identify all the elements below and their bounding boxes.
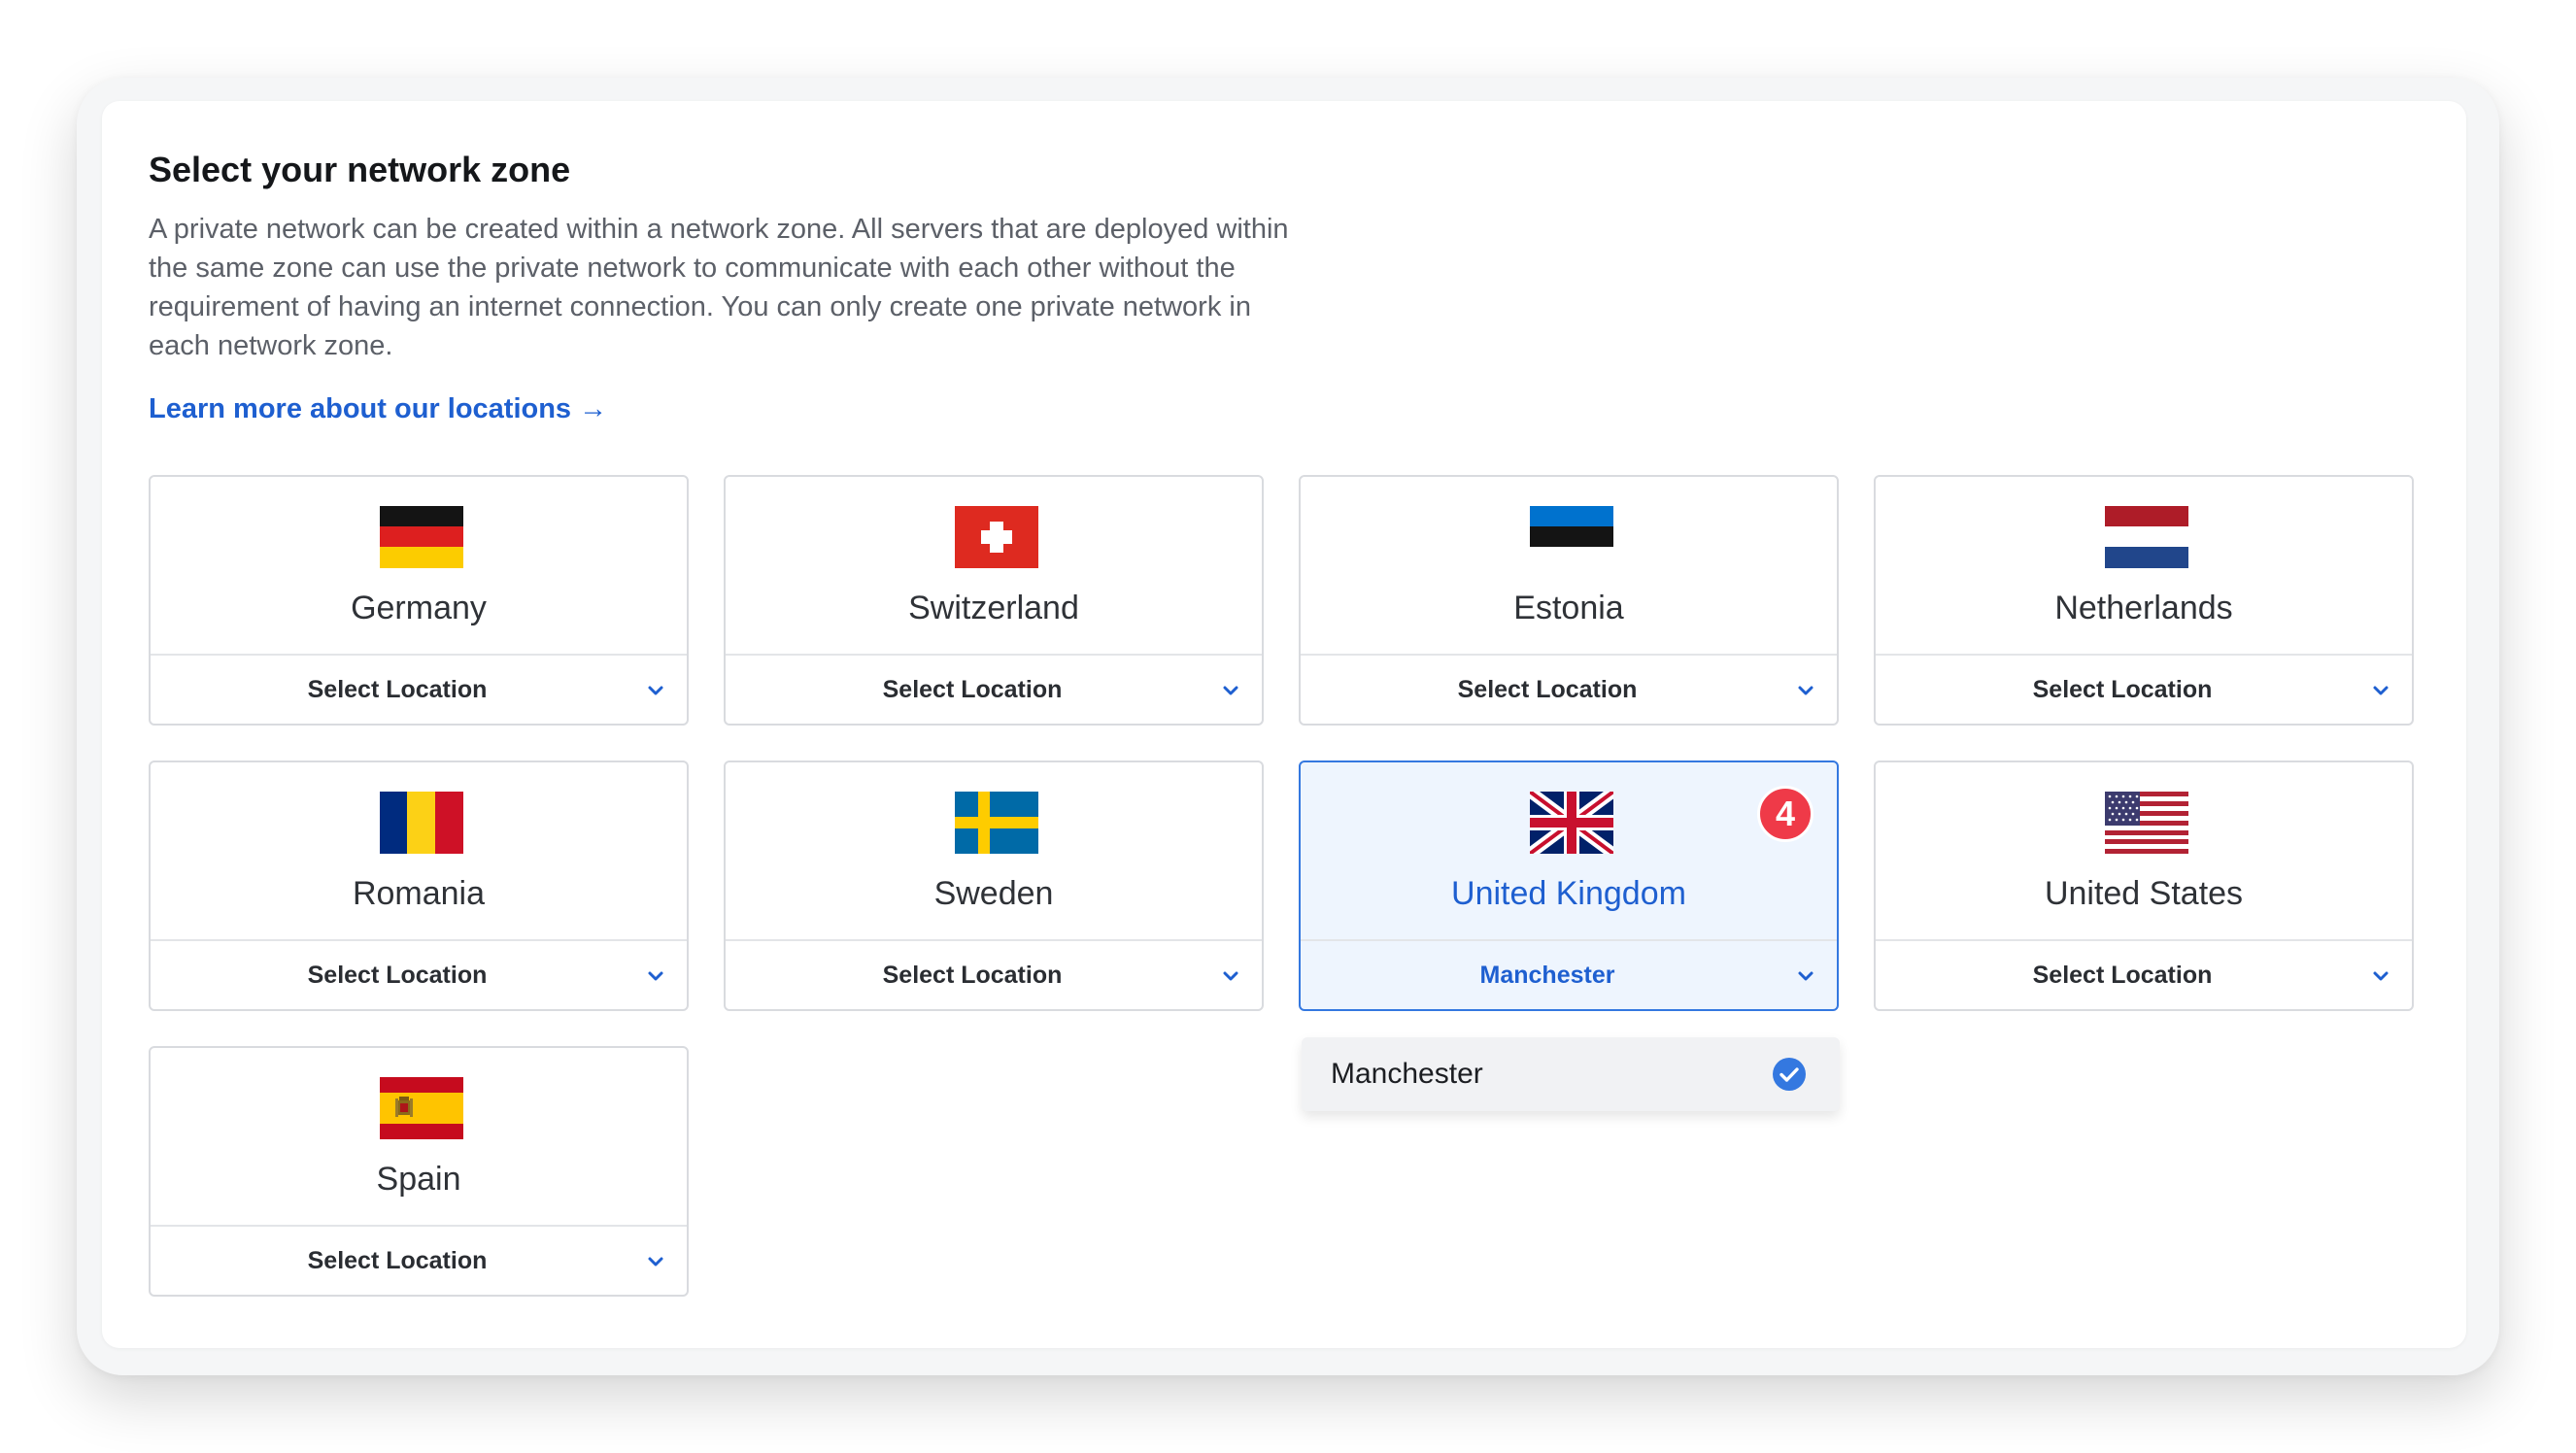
location-select-label: Select Location bbox=[2032, 675, 2213, 703]
location-select-label: Select Location bbox=[307, 675, 488, 703]
chevron-down-icon bbox=[644, 1250, 667, 1273]
selection-count-badge: 4 bbox=[1757, 786, 1813, 842]
zone-name: United Kingdom bbox=[1451, 875, 1686, 912]
location-select-label: Select Location bbox=[882, 961, 1063, 989]
zone-card-switzerland[interactable]: Switzerland Select Location bbox=[724, 475, 1264, 726]
location-select[interactable]: Select Location bbox=[726, 656, 1262, 724]
location-select[interactable]: Select Location bbox=[151, 1227, 687, 1295]
zone-name: United States bbox=[2044, 875, 2244, 912]
dropdown-option-label: Manchester bbox=[1331, 1058, 1483, 1090]
chevron-down-icon bbox=[2369, 964, 2392, 988]
coat-of-arms bbox=[395, 1097, 413, 1117]
chevron-down-icon bbox=[1794, 964, 1817, 988]
sweden-flag-icon bbox=[955, 792, 1038, 854]
estonia-flag-icon bbox=[1530, 506, 1613, 568]
zone-name: Sweden bbox=[933, 875, 1054, 912]
location-select-label: Select Location bbox=[1457, 675, 1638, 703]
chevron-down-icon bbox=[1219, 679, 1242, 702]
page-description: A private network can be created within … bbox=[149, 214, 1289, 361]
zone-name: Switzerland bbox=[908, 590, 1079, 626]
location-select[interactable]: Select Location bbox=[726, 941, 1262, 1009]
location-select[interactable]: Select Location bbox=[1301, 656, 1837, 724]
page-title: Select your network zone bbox=[149, 150, 571, 189]
chevron-down-icon bbox=[1794, 679, 1817, 702]
location-select[interactable]: Select Location bbox=[1876, 656, 2412, 724]
zone-card-united-kingdom[interactable]: 4 United Kingdom Manchester bbox=[1299, 760, 1839, 1011]
united-states-flag-icon bbox=[2105, 792, 2188, 854]
united-kingdom-flag-icon bbox=[1530, 792, 1613, 854]
zone-name: Germany bbox=[351, 590, 487, 626]
location-select[interactable]: Select Location bbox=[151, 941, 687, 1009]
location-select-label: Select Location bbox=[307, 961, 488, 989]
zone-card-romania[interactable]: Romania Select Location bbox=[149, 760, 689, 1011]
zone-name: Spain bbox=[376, 1161, 461, 1198]
spain-flag-icon bbox=[380, 1077, 463, 1139]
location-select-label: Manchester bbox=[1479, 961, 1615, 989]
location-select[interactable]: Manchester bbox=[1301, 941, 1837, 1009]
chevron-down-icon bbox=[2369, 679, 2392, 702]
check-circle-icon bbox=[1773, 1058, 1806, 1091]
romania-flag-icon bbox=[380, 792, 463, 854]
learn-more-link[interactable]: Learn more about our locations → bbox=[149, 389, 607, 429]
zone-card-netherlands[interactable]: Netherlands Select Location bbox=[1874, 475, 2414, 726]
zone-name: Romania bbox=[352, 875, 486, 912]
zone-card-estonia[interactable]: Estonia Select Location bbox=[1299, 475, 1839, 726]
zone-name: Estonia bbox=[1513, 590, 1624, 626]
germany-flag-icon bbox=[380, 506, 463, 568]
location-select-label: Select Location bbox=[2032, 961, 2213, 989]
zone-card-germany[interactable]: Germany Select Location bbox=[149, 475, 689, 726]
netherlands-flag-icon bbox=[2105, 506, 2188, 568]
zone-card-sweden[interactable]: Sweden Select Location bbox=[724, 760, 1264, 1011]
location-dropdown-menu: Manchester bbox=[1302, 1037, 1840, 1111]
location-select-label: Select Location bbox=[307, 1246, 488, 1274]
location-select[interactable]: Select Location bbox=[1876, 941, 2412, 1009]
chevron-down-icon bbox=[644, 964, 667, 988]
zone-card-united-states[interactable]: United States Select Location bbox=[1874, 760, 2414, 1011]
chevron-down-icon bbox=[644, 679, 667, 702]
location-select-label: Select Location bbox=[882, 675, 1063, 703]
location-select[interactable]: Select Location bbox=[151, 656, 687, 724]
switzerland-flag-icon bbox=[955, 506, 1038, 568]
chevron-down-icon bbox=[1219, 964, 1242, 988]
zone-card-spain[interactable]: Spain Select Location bbox=[149, 1046, 689, 1297]
zone-name: Netherlands bbox=[2054, 590, 2233, 626]
